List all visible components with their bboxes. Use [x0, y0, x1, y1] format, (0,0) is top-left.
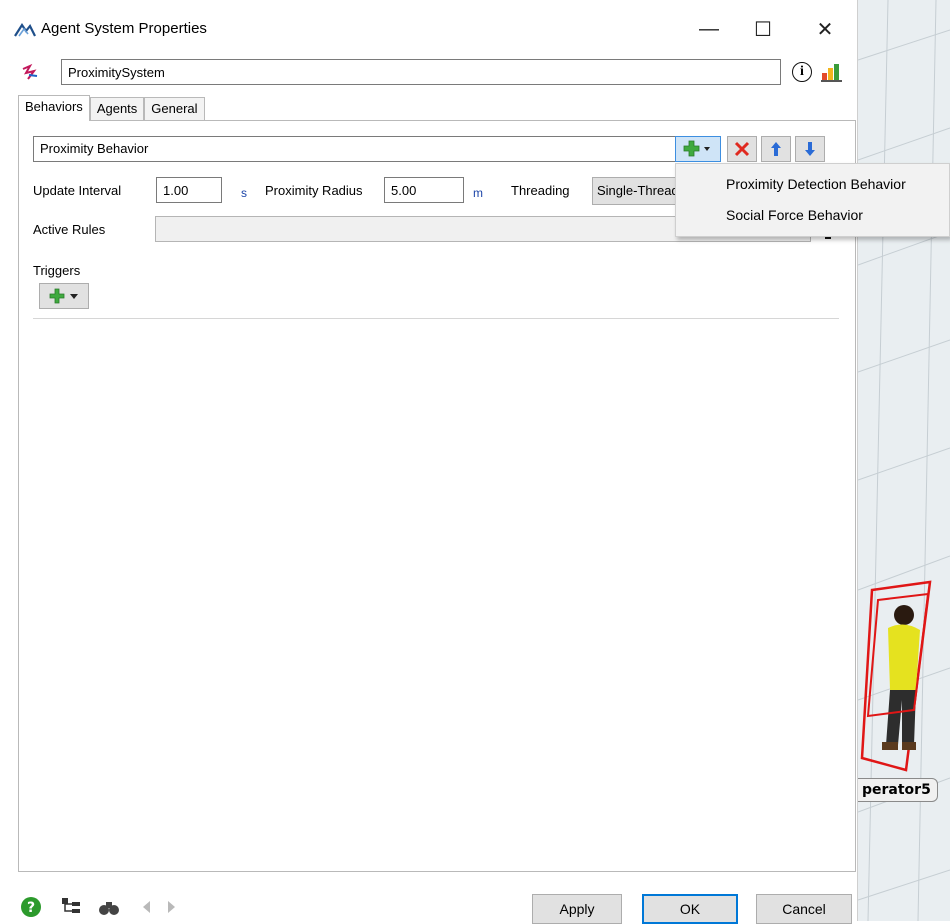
info-icon[interactable]: i — [792, 62, 812, 82]
tree-view-icon[interactable] — [60, 896, 82, 918]
operator-label: perator5 — [858, 778, 938, 802]
add-behavior-button[interactable] — [675, 136, 721, 162]
agent-system-icon — [22, 63, 38, 80]
cancel-button[interactable]: Cancel — [756, 894, 852, 924]
triggers-label: Triggers — [33, 263, 81, 278]
add-icon — [49, 288, 65, 304]
section-divider — [33, 318, 839, 319]
behavior-select[interactable]: Proximity Behavior ∨ — [33, 136, 693, 162]
proximity-radius-unit: m — [473, 186, 483, 200]
proximity-radius-input[interactable] — [384, 177, 464, 203]
next-arrow-icon[interactable] — [160, 896, 182, 918]
minimize-icon: — — [699, 17, 719, 40]
proximity-radius-label: Proximity Radius — [265, 183, 363, 198]
update-interval-unit: s — [241, 186, 247, 200]
update-interval-label: Update Interval — [33, 183, 122, 198]
move-down-button[interactable] — [795, 136, 825, 162]
title-bar[interactable]: Agent System Properties — ☐ ✕ — [0, 0, 858, 60]
arrow-down-icon — [805, 142, 815, 156]
remove-behavior-button[interactable] — [727, 136, 757, 162]
statistics-chart-icon[interactable] — [820, 61, 844, 83]
flexsim-app-icon — [14, 22, 36, 37]
tab-bar: Behaviors Agents General — [18, 95, 205, 121]
threading-label: Threading — [511, 183, 570, 198]
ok-button[interactable]: OK — [642, 894, 738, 924]
apply-button[interactable]: Apply — [532, 894, 622, 924]
update-interval-input[interactable] — [156, 177, 222, 203]
move-up-button[interactable] — [761, 136, 791, 162]
active-rules-label: Active Rules — [33, 222, 106, 237]
maximize-icon: ☐ — [754, 18, 772, 41]
close-button[interactable]: ✕ — [802, 10, 848, 48]
help-icon[interactable]: ? — [20, 896, 42, 918]
window-title: Agent System Properties — [41, 20, 207, 37]
dialog-footer: ? Apply OK Cancel — [0, 890, 858, 924]
previous-arrow-icon[interactable] — [136, 896, 158, 918]
arrow-up-icon — [771, 142, 781, 156]
object-name-input[interactable] — [61, 59, 781, 85]
menu-item-proximity-detection-behavior[interactable]: Proximity Detection Behavior — [726, 176, 906, 192]
menu-item-social-force-behavior[interactable]: Social Force Behavior — [726, 207, 863, 223]
binoculars-icon[interactable] — [98, 896, 120, 918]
maximize-button[interactable]: ☐ — [740, 10, 786, 48]
add-trigger-button[interactable] — [39, 283, 89, 309]
add-behavior-menu: Proximity Detection Behavior Social Forc… — [675, 163, 950, 237]
tab-agents[interactable]: Agents — [89, 97, 145, 121]
behavior-select-value: Proximity Behavior — [40, 141, 149, 156]
tab-general[interactable]: General — [144, 97, 205, 121]
tab-behaviors[interactable]: Behaviors — [18, 95, 90, 121]
svg-text:?: ? — [27, 900, 35, 916]
add-dropdown-icon — [683, 140, 710, 157]
close-icon: ✕ — [816, 18, 834, 41]
chevron-down-icon — [70, 294, 78, 299]
delete-icon — [734, 141, 750, 157]
minimize-button[interactable]: — — [686, 10, 732, 48]
object-name-row: i — [0, 58, 858, 88]
agent-system-properties-dialog: Agent System Properties — ☐ ✕ i Behavior… — [0, 0, 858, 924]
